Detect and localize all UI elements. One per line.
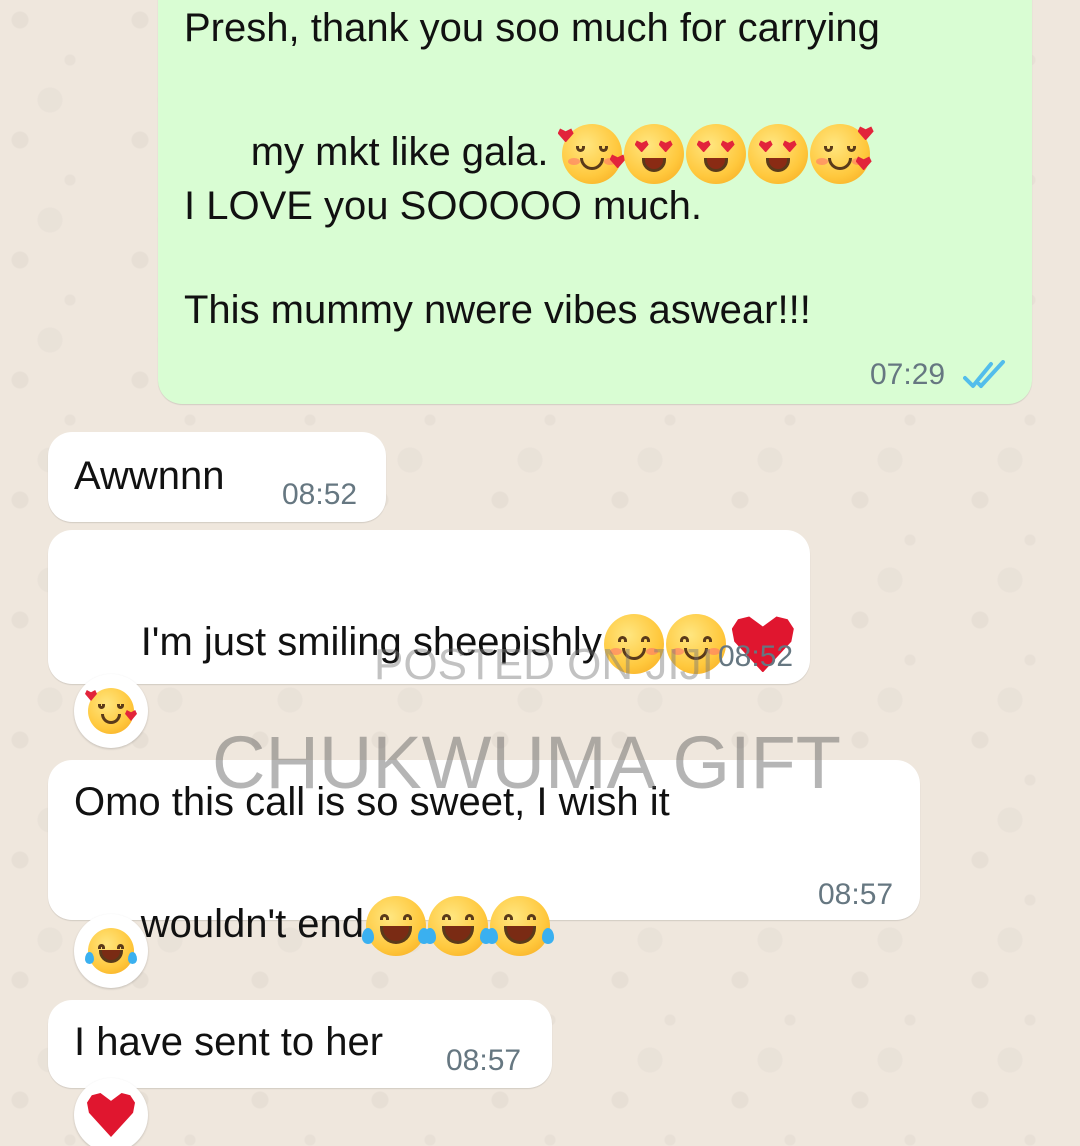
incoming-message-bubble[interactable]: Omo this call is so sweet, I wish it wou… — [48, 760, 920, 957]
message-timestamp: 08:52 — [718, 640, 794, 673]
tears-of-joy-icon — [85, 928, 137, 974]
smiling-face-emoji — [665, 614, 726, 675]
message-text-fragment: my mkt like gala. — [250, 130, 560, 174]
message-text-line: I'm just smiling sheepishly — [74, 552, 794, 734]
red-heart-icon — [87, 1093, 135, 1137]
incoming-message-bubble[interactable]: I'm just smiling sheepishly 08:52 — [48, 530, 810, 684]
message-reaction[interactable] — [74, 674, 148, 748]
tears-of-joy-emoji — [424, 896, 493, 957]
smiling-face-emoji — [603, 614, 664, 675]
message-timestamp: 08:57 — [446, 1044, 522, 1077]
message-timestamp: 07:29 — [870, 358, 946, 391]
message-text: I have sent to her — [74, 1020, 384, 1064]
message-text-line: wouldn't end — [74, 834, 555, 1016]
message-timestamp: 08:57 — [818, 878, 894, 911]
message-text: Awwnnn — [74, 454, 225, 498]
tears-of-joy-emoji — [362, 896, 431, 957]
message-timestamp: 08:52 — [282, 478, 358, 511]
incoming-message-bubble[interactable]: I have sent to her 08:57 — [48, 1000, 552, 1088]
smiling-face-with-hearts-emoji — [809, 124, 874, 185]
smiling-face-with-hearts-icon — [85, 688, 137, 734]
heart-eyes-emoji — [747, 124, 808, 185]
message-text-fragment: wouldn't end — [140, 902, 365, 946]
message-text-line: This mummy nwere vibes aswear!!! — [184, 288, 811, 332]
chat-area[interactable]: Presh, thank you soo much for carrying m… — [0, 0, 1080, 1146]
message-reaction[interactable] — [74, 914, 148, 988]
message-text-fragment: I'm just smiling sheepishly — [140, 620, 602, 664]
message-reaction[interactable] — [74, 1078, 148, 1146]
outgoing-message-bubble[interactable]: Presh, thank you soo much for carrying m… — [158, 0, 1032, 404]
incoming-message-bubble[interactable]: Awwnnn 08:52 — [48, 432, 386, 522]
message-text-line: I LOVE you SOOOOO much. — [184, 184, 702, 228]
message-text-line: Presh, thank you soo much for carrying — [184, 6, 880, 50]
read-receipt-double-check-icon — [963, 360, 1005, 388]
tears-of-joy-emoji — [486, 896, 555, 957]
message-text-line: Omo this call is so sweet, I wish it — [74, 780, 670, 824]
